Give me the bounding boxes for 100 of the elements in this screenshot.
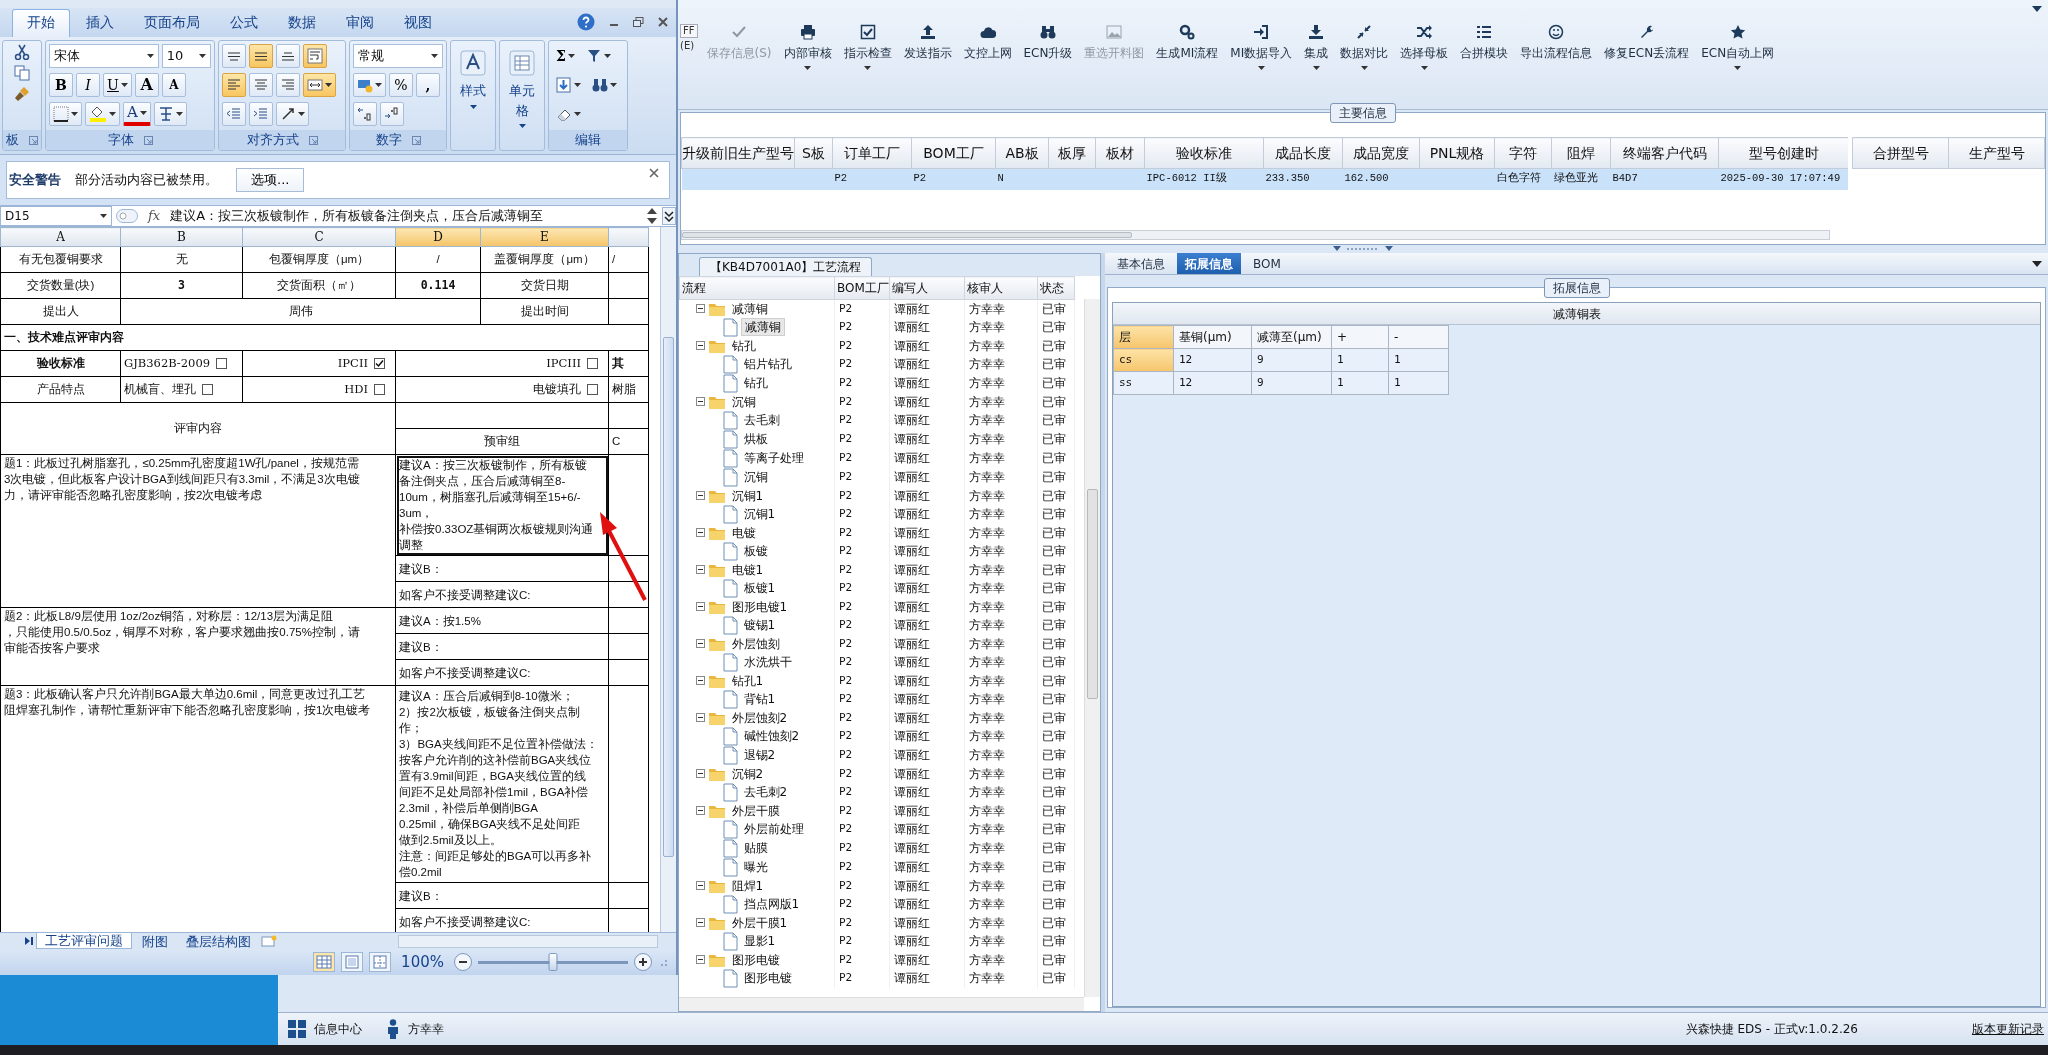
tree-item-label[interactable]: 图形电镀 xyxy=(728,951,783,968)
increase-decimal-button[interactable] xyxy=(353,102,377,126)
sheet-tab[interactable]: 附图 xyxy=(134,933,176,949)
checkbox[interactable] xyxy=(202,384,213,396)
collapse-icon[interactable] xyxy=(695,565,705,574)
column-header[interactable]: S板 xyxy=(794,137,833,169)
ribbon-tab[interactable]: 页面布局 xyxy=(130,10,214,37)
column-header[interactable]: 状态 xyxy=(1037,276,1075,300)
tree-row[interactable]: 板镀 P2 谭丽红 方幸幸 已审 xyxy=(679,541,1075,561)
collapse-icon[interactable] xyxy=(695,639,705,648)
restore-icon[interactable] xyxy=(633,17,644,27)
column-header[interactable]: 板材 xyxy=(1095,137,1145,169)
table-cell[interactable]: 建议A：压合后减铜到8-10微米； 2）按2次板镀，板镀备注倒夹点制 作； 3）BGA夹线间距不足位置补偿做法： 按客户允许削的这补偿前BGA夹线位 置有3.9mil间距，BGA夹线位置的线 间距不足处局部补偿1mil，BGA补偿 2.3mil，补偿后单侧削BGA 0.25mil，确保BGA夹线不足处间距 做到2.5mil及以上。 注意：间距足够处的BGA可以再多补 偿0.2mil xyxy=(395,685,609,883)
view-button[interactable] xyxy=(369,952,392,972)
table-cell[interactable]: 如客户不接受调整建议C: xyxy=(395,659,609,686)
font-size-field[interactable]: 10 xyxy=(161,44,211,68)
horizontal-scrollbar[interactable] xyxy=(681,230,1830,240)
ribbon-tab[interactable]: 视图 xyxy=(390,10,446,37)
collapse-icon[interactable] xyxy=(695,528,705,537)
collapse-icon[interactable] xyxy=(695,769,705,778)
splitter-grip[interactable] xyxy=(1333,246,1393,252)
collapse-icon[interactable] xyxy=(695,881,705,890)
tree-item-label[interactable]: 等离子处理 xyxy=(740,450,807,466)
tree-row[interactable]: 退锡2 P2 谭丽红 方幸幸 已审 xyxy=(679,745,1075,765)
toolbar-button[interactable]: ECN升级 xyxy=(1020,24,1076,70)
tree-row[interactable]: 外层前处理 P2 谭丽红 方幸幸 已审 xyxy=(679,819,1075,839)
grow-font-button[interactable]: A xyxy=(134,73,159,97)
column-header[interactable]: AB板 xyxy=(995,137,1049,169)
vertical-scrollbar[interactable] xyxy=(1084,299,1100,997)
tree-item-label[interactable]: 电镀 xyxy=(728,524,759,541)
toolbar-button[interactable]: 生成MI流程 xyxy=(1153,24,1222,70)
tree-item-label[interactable]: 电镀1 xyxy=(728,561,767,578)
sheet-tab[interactable]: 叠层结构图 xyxy=(178,933,259,949)
column-header[interactable]: C xyxy=(242,227,396,247)
tree-item-label[interactable]: 水洗烘干 xyxy=(740,654,795,670)
tree-item-label[interactable]: 外层前处理 xyxy=(740,821,807,837)
column-header[interactable]: 升级前旧生产型号 xyxy=(681,137,795,169)
tree-item-label[interactable]: 减薄铜 xyxy=(740,318,785,336)
tree-row[interactable]: 等离子处理 P2 谭丽红 方幸幸 已审 xyxy=(679,448,1075,468)
tree-item-label[interactable]: 外层干膜 xyxy=(728,802,783,819)
expand-handle-icon[interactable] xyxy=(116,209,138,223)
expand-formula-icon[interactable] xyxy=(662,207,676,225)
view-button[interactable] xyxy=(313,952,336,972)
tree-item-label[interactable]: 退锡2 xyxy=(740,747,779,763)
horizontal-scrollbar[interactable] xyxy=(679,997,1084,1011)
column-header[interactable]: 生产型号 xyxy=(1948,137,2045,169)
help-icon[interactable] xyxy=(577,13,595,31)
tree-item-label[interactable]: 板镀1 xyxy=(740,580,779,596)
column-header[interactable]: 阻焊 xyxy=(1551,137,1611,169)
tree-row[interactable]: 钻孔 P2 谭丽红 方幸幸 已审 xyxy=(679,373,1075,393)
tree-row[interactable]: 钻孔1 P2 谭丽红 方幸幸 已审 xyxy=(679,671,1075,690)
tree-item-label[interactable]: 外层蚀刻 xyxy=(728,635,783,652)
column-header[interactable]: 终端客户代码 xyxy=(1610,137,1719,169)
collapse-icon[interactable] xyxy=(695,304,705,314)
tree-row[interactable]: 烘板 P2 谭丽红 方幸幸 已审 xyxy=(679,429,1075,449)
ribbon-tab[interactable]: 数据 xyxy=(274,10,330,37)
tab[interactable]: 基本信息 xyxy=(1109,253,1173,274)
column-header[interactable]: 核审人 xyxy=(964,276,1038,300)
tree-row[interactable]: 图形电镀1 P2 谭丽红 方幸幸 已审 xyxy=(679,597,1075,616)
collapse-icon[interactable] xyxy=(695,602,705,611)
zoom-out-button[interactable] xyxy=(454,953,472,971)
italic-button[interactable]: I xyxy=(76,73,100,97)
tree-item-label[interactable]: 碱性蚀刻2 xyxy=(740,728,803,744)
horizontal-scrollbar[interactable] xyxy=(398,934,658,948)
sheet-tab[interactable]: 工艺评审问题 xyxy=(36,933,132,949)
tree-item-label[interactable]: 背钻1 xyxy=(740,691,779,707)
collapse-icon[interactable] xyxy=(695,676,705,685)
column-header[interactable]: 型号创建时 xyxy=(1718,137,1848,169)
toolbar-button[interactable]: 文控上网 xyxy=(960,24,1015,70)
tree-row[interactable]: 去毛刺 P2 谭丽红 方幸幸 已审 xyxy=(679,410,1075,430)
collapse-icon[interactable] xyxy=(695,491,705,500)
column-header[interactable]: 成品宽度 xyxy=(1342,137,1420,169)
version-history-link[interactable]: 版本更新记录 xyxy=(1972,1020,2044,1038)
tree-item-label[interactable]: 减薄铜 xyxy=(728,300,771,317)
toolbar-button[interactable]: 修复ECN丢流程 xyxy=(1601,24,1693,70)
tree-row[interactable]: 外层蚀刻 P2 谭丽红 方幸幸 已审 xyxy=(679,634,1075,653)
tree-row[interactable]: 挡点网版1 P2 谭丽红 方幸幸 已审 xyxy=(679,894,1075,914)
tree-row[interactable]: 外层干膜1 P2 谭丽红 方幸幸 已审 xyxy=(679,913,1075,932)
collapse-icon[interactable] xyxy=(695,341,705,350)
table-cell[interactable]: 建议A：按1.5% xyxy=(395,607,609,634)
bold-button[interactable]: B xyxy=(49,73,73,97)
tree-row[interactable]: 沉铜 P2 谭丽红 方幸幸 已审 xyxy=(679,467,1075,487)
toolbar-button[interactable]: 发送指示 xyxy=(900,24,955,70)
close-icon[interactable] xyxy=(658,17,668,27)
dropdown-arrow-icon[interactable] xyxy=(2032,260,2042,267)
phonetic-button[interactable] xyxy=(153,102,187,126)
tree-item-label[interactable]: 沉铜2 xyxy=(728,765,767,782)
table-cell[interactable]: 建议B： xyxy=(395,633,609,660)
name-box[interactable]: D15 xyxy=(0,206,112,226)
percent-button[interactable]: % xyxy=(389,73,413,97)
ribbon-tab[interactable]: 开始 xyxy=(12,9,70,37)
shrink-font-button[interactable]: A xyxy=(161,73,186,97)
tree-row[interactable]: 镀锡1 P2 谭丽红 方幸幸 已审 xyxy=(679,615,1075,635)
toolbar-button[interactable]: MI数据导入 xyxy=(1227,24,1296,70)
toolbar-button[interactable]: ECN自动上网 xyxy=(1698,24,1778,70)
checkbox[interactable] xyxy=(587,384,598,396)
column-header[interactable]: 板厚 xyxy=(1048,137,1096,169)
tree-item-label[interactable]: 钻孔1 xyxy=(728,672,767,689)
tree-item-label[interactable]: 曝光 xyxy=(740,859,771,875)
tree-row[interactable]: 沉铜 P2 谭丽红 方幸幸 已审 xyxy=(679,392,1075,411)
